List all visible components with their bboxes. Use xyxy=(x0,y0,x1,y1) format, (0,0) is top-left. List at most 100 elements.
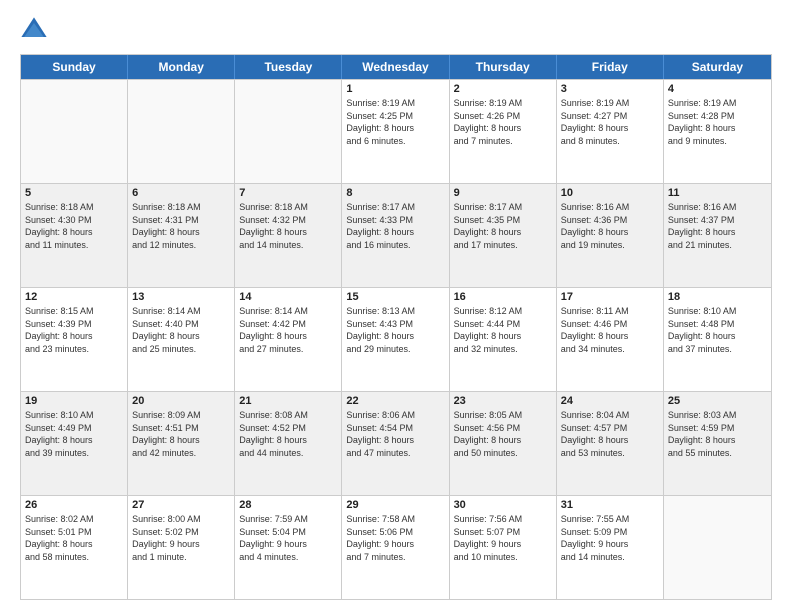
calendar-week: 19 Sunrise: 8:10 AM Sunset: 4:49 PM Dayli… xyxy=(21,391,771,495)
calendar-cell: 8 Sunrise: 8:17 AM Sunset: 4:33 PM Daylig… xyxy=(342,184,449,287)
day-number: 25 xyxy=(668,395,767,407)
day-number: 15 xyxy=(346,291,444,303)
day-info: Sunrise: 8:06 AM Sunset: 4:54 PM Dayligh… xyxy=(346,409,444,459)
calendar-cell: 28 Sunrise: 7:59 AM Sunset: 5:04 PM Dayli… xyxy=(235,496,342,599)
day-info: Sunrise: 8:18 AM Sunset: 4:32 PM Dayligh… xyxy=(239,201,337,251)
day-number: 7 xyxy=(239,187,337,199)
calendar-cell: 18 Sunrise: 8:10 AM Sunset: 4:48 PM Dayli… xyxy=(664,288,771,391)
weekday-header: Monday xyxy=(128,55,235,79)
calendar-cell: 21 Sunrise: 8:08 AM Sunset: 4:52 PM Dayli… xyxy=(235,392,342,495)
day-number: 18 xyxy=(668,291,767,303)
day-info: Sunrise: 8:17 AM Sunset: 4:33 PM Dayligh… xyxy=(346,201,444,251)
day-info: Sunrise: 8:08 AM Sunset: 4:52 PM Dayligh… xyxy=(239,409,337,459)
day-info: Sunrise: 8:16 AM Sunset: 4:36 PM Dayligh… xyxy=(561,201,659,251)
day-info: Sunrise: 8:19 AM Sunset: 4:28 PM Dayligh… xyxy=(668,97,767,147)
day-number: 11 xyxy=(668,187,767,199)
day-number: 10 xyxy=(561,187,659,199)
day-info: Sunrise: 8:16 AM Sunset: 4:37 PM Dayligh… xyxy=(668,201,767,251)
day-info: Sunrise: 8:02 AM Sunset: 5:01 PM Dayligh… xyxy=(25,513,123,563)
calendar-cell: 27 Sunrise: 8:00 AM Sunset: 5:02 PM Dayli… xyxy=(128,496,235,599)
day-info: Sunrise: 7:59 AM Sunset: 5:04 PM Dayligh… xyxy=(239,513,337,563)
calendar-cell: 2 Sunrise: 8:19 AM Sunset: 4:26 PM Daylig… xyxy=(450,80,557,183)
day-info: Sunrise: 8:05 AM Sunset: 4:56 PM Dayligh… xyxy=(454,409,552,459)
day-number: 8 xyxy=(346,187,444,199)
day-number: 29 xyxy=(346,499,444,511)
day-info: Sunrise: 7:56 AM Sunset: 5:07 PM Dayligh… xyxy=(454,513,552,563)
calendar-body: 1Sunrise: 8:19 AM Sunset: 4:25 PM Daylig… xyxy=(21,79,771,599)
day-number: 17 xyxy=(561,291,659,303)
weekday-header: Wednesday xyxy=(342,55,449,79)
day-number: 13 xyxy=(132,291,230,303)
calendar-cell: 16Sunrise: 8:12 AM Sunset: 4:44 PM Dayli… xyxy=(450,288,557,391)
calendar-cell: 26 Sunrise: 8:02 AM Sunset: 5:01 PM Dayli… xyxy=(21,496,128,599)
weekday-header: Saturday xyxy=(664,55,771,79)
day-info: Sunrise: 8:09 AM Sunset: 4:51 PM Dayligh… xyxy=(132,409,230,459)
calendar-cell: 14 Sunrise: 8:14 AM Sunset: 4:42 PM Dayli… xyxy=(235,288,342,391)
day-info: Sunrise: 8:04 AM Sunset: 4:57 PM Dayligh… xyxy=(561,409,659,459)
calendar-cell: 20 Sunrise: 8:09 AM Sunset: 4:51 PM Dayli… xyxy=(128,392,235,495)
calendar-cell: 25 Sunrise: 8:03 AM Sunset: 4:59 PM Dayli… xyxy=(664,392,771,495)
page-header xyxy=(20,16,772,44)
day-number: 9 xyxy=(454,187,552,199)
calendar-cell: 11 Sunrise: 8:16 AM Sunset: 4:37 PM Dayli… xyxy=(664,184,771,287)
calendar-cell: 29 Sunrise: 7:58 AM Sunset: 5:06 PM Dayli… xyxy=(342,496,449,599)
calendar: SundayMondayTuesdayWednesdayThursdayFrid… xyxy=(20,54,772,600)
day-info: Sunrise: 8:19 AM Sunset: 4:26 PM Dayligh… xyxy=(454,97,552,147)
day-info: Sunrise: 8:15 AM Sunset: 4:39 PM Dayligh… xyxy=(25,305,123,355)
weekday-header: Sunday xyxy=(21,55,128,79)
day-number: 19 xyxy=(25,395,123,407)
calendar-cell: 30 Sunrise: 7:56 AM Sunset: 5:07 PM Dayli… xyxy=(450,496,557,599)
calendar-cell: 15Sunrise: 8:13 AM Sunset: 4:43 PM Dayli… xyxy=(342,288,449,391)
calendar-cell xyxy=(664,496,771,599)
calendar-cell: 22 Sunrise: 8:06 AM Sunset: 4:54 PM Dayli… xyxy=(342,392,449,495)
calendar-cell: 17 Sunrise: 8:11 AM Sunset: 4:46 PM Dayli… xyxy=(557,288,664,391)
day-info: Sunrise: 8:10 AM Sunset: 4:48 PM Dayligh… xyxy=(668,305,767,355)
day-info: Sunrise: 8:10 AM Sunset: 4:49 PM Dayligh… xyxy=(25,409,123,459)
calendar-cell: 31 Sunrise: 7:55 AM Sunset: 5:09 PM Dayli… xyxy=(557,496,664,599)
calendar-header: SundayMondayTuesdayWednesdayThursdayFrid… xyxy=(21,55,771,79)
day-info: Sunrise: 8:00 AM Sunset: 5:02 PM Dayligh… xyxy=(132,513,230,563)
day-number: 4 xyxy=(668,83,767,95)
day-number: 31 xyxy=(561,499,659,511)
day-number: 2 xyxy=(454,83,552,95)
day-number: 14 xyxy=(239,291,337,303)
weekday-header: Tuesday xyxy=(235,55,342,79)
calendar-cell xyxy=(235,80,342,183)
day-number: 6 xyxy=(132,187,230,199)
day-info: Sunrise: 8:14 AM Sunset: 4:40 PM Dayligh… xyxy=(132,305,230,355)
day-number: 1 xyxy=(346,83,444,95)
calendar-cell: 19 Sunrise: 8:10 AM Sunset: 4:49 PM Dayli… xyxy=(21,392,128,495)
calendar-cell xyxy=(21,80,128,183)
weekday-header: Friday xyxy=(557,55,664,79)
day-number: 21 xyxy=(239,395,337,407)
calendar-week: 1Sunrise: 8:19 AM Sunset: 4:25 PM Daylig… xyxy=(21,79,771,183)
logo xyxy=(20,16,52,44)
day-number: 12 xyxy=(25,291,123,303)
day-number: 3 xyxy=(561,83,659,95)
day-number: 30 xyxy=(454,499,552,511)
day-info: Sunrise: 8:17 AM Sunset: 4:35 PM Dayligh… xyxy=(454,201,552,251)
calendar-week: 26 Sunrise: 8:02 AM Sunset: 5:01 PM Dayli… xyxy=(21,495,771,599)
calendar-cell: 7 Sunrise: 8:18 AM Sunset: 4:32 PM Daylig… xyxy=(235,184,342,287)
calendar-week: 12 Sunrise: 8:15 AM Sunset: 4:39 PM Dayli… xyxy=(21,287,771,391)
day-number: 24 xyxy=(561,395,659,407)
day-number: 20 xyxy=(132,395,230,407)
day-info: Sunrise: 8:03 AM Sunset: 4:59 PM Dayligh… xyxy=(668,409,767,459)
day-info: Sunrise: 7:55 AM Sunset: 5:09 PM Dayligh… xyxy=(561,513,659,563)
day-number: 5 xyxy=(25,187,123,199)
day-info: Sunrise: 8:14 AM Sunset: 4:42 PM Dayligh… xyxy=(239,305,337,355)
calendar-cell: 5 Sunrise: 8:18 AM Sunset: 4:30 PM Daylig… xyxy=(21,184,128,287)
calendar-cell: 23Sunrise: 8:05 AM Sunset: 4:56 PM Dayli… xyxy=(450,392,557,495)
day-number: 22 xyxy=(346,395,444,407)
day-info: Sunrise: 8:12 AM Sunset: 4:44 PM Dayligh… xyxy=(454,305,552,355)
day-number: 28 xyxy=(239,499,337,511)
day-number: 27 xyxy=(132,499,230,511)
calendar-cell: 24 Sunrise: 8:04 AM Sunset: 4:57 PM Dayli… xyxy=(557,392,664,495)
calendar-cell: 13 Sunrise: 8:14 AM Sunset: 4:40 PM Dayli… xyxy=(128,288,235,391)
day-info: Sunrise: 8:11 AM Sunset: 4:46 PM Dayligh… xyxy=(561,305,659,355)
calendar-cell: 6Sunrise: 8:18 AM Sunset: 4:31 PM Daylig… xyxy=(128,184,235,287)
day-info: Sunrise: 8:18 AM Sunset: 4:30 PM Dayligh… xyxy=(25,201,123,251)
day-info: Sunrise: 8:19 AM Sunset: 4:27 PM Dayligh… xyxy=(561,97,659,147)
day-number: 26 xyxy=(25,499,123,511)
day-info: Sunrise: 7:58 AM Sunset: 5:06 PM Dayligh… xyxy=(346,513,444,563)
